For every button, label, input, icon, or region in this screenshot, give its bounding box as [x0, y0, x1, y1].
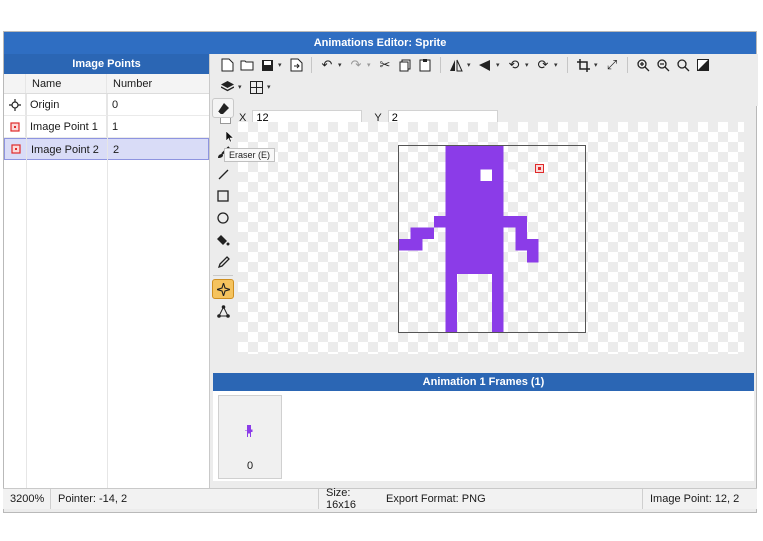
- frame-sprite-preview: [244, 425, 253, 437]
- image-point-name: Image Point 1: [26, 116, 107, 137]
- image-point-position: Image Point: 12, 2: [650, 493, 740, 505]
- eraser-tooltip: Eraser (E): [224, 148, 276, 162]
- layers-icon[interactable]: [218, 78, 236, 96]
- copy-icon[interactable]: [396, 56, 414, 74]
- image-point-number: 2: [113, 144, 120, 156]
- resize-icon[interactable]: ⤢: [603, 56, 621, 74]
- toolbar-separator: [627, 57, 628, 73]
- mirror-icon[interactable]: [476, 56, 494, 74]
- column-divider: [26, 94, 27, 489]
- image-point-number: 0: [112, 99, 119, 111]
- cut-icon[interactable]: ✂: [376, 56, 394, 74]
- frame-thumbnail[interactable]: 0: [218, 395, 282, 479]
- image-point-name: Image Point 2: [27, 139, 108, 159]
- export-format: Export Format: PNG: [379, 489, 643, 509]
- rectangle-tool-icon[interactable]: [212, 186, 234, 206]
- zoom-reset-icon[interactable]: [674, 56, 692, 74]
- export-icon[interactable]: [287, 56, 305, 74]
- rotate-left-icon[interactable]: ⟲: [505, 56, 523, 74]
- sprite-bounds[interactable]: [398, 145, 586, 333]
- crosshair-icon: [4, 94, 26, 115]
- rotate-right-dropdown-caret-icon[interactable]: ▾: [554, 61, 561, 69]
- point-marker-icon: [5, 139, 27, 159]
- zoom-in-icon[interactable]: [634, 56, 652, 74]
- image-point-name: Origin: [26, 94, 107, 115]
- tools-separator: [213, 275, 233, 276]
- open-folder-icon[interactable]: [238, 56, 256, 74]
- ellipse-tool-icon[interactable]: [212, 208, 234, 228]
- color-picker-tool-icon[interactable]: [212, 252, 234, 272]
- grid-icon[interactable]: [247, 78, 265, 96]
- flip-dropdown-caret-icon[interactable]: ▾: [467, 61, 474, 69]
- save-dropdown-caret-icon[interactable]: ▾: [278, 61, 285, 69]
- image-points-column-headers: Name Number: [4, 74, 209, 94]
- mouse-cursor-icon: [225, 130, 235, 146]
- animation-frames-panel: Animation 1 Frames (1) 0: [213, 373, 754, 481]
- toolbar-separator: [567, 57, 568, 73]
- pointer-position: Pointer: -14, 2: [51, 489, 319, 509]
- image-point-number: 1: [112, 121, 119, 133]
- toolbar-separator: [440, 57, 441, 73]
- zoom-out-icon[interactable]: [654, 56, 672, 74]
- status-bar: 3200% Pointer: -14, 2 Size: 16x16 Export…: [3, 487, 757, 511]
- undo-icon[interactable]: ↶: [318, 56, 336, 74]
- rotate-left-dropdown-caret-icon[interactable]: ▾: [525, 61, 532, 69]
- image-points-header: Image Points: [4, 54, 209, 74]
- transparency-toggle-icon[interactable]: [694, 56, 712, 74]
- editor-toolbar: ▾ ↶ ▾ ↷ ▾ ✂ ▾ ▾ ⟲ ▾ ⟳ ▾ ▾ ⤢ ▾ ▾: [214, 54, 758, 106]
- grid-dropdown-caret-icon[interactable]: ▾: [267, 83, 274, 91]
- layers-dropdown-caret-icon[interactable]: ▾: [238, 83, 245, 91]
- frame-number: 0: [246, 460, 254, 472]
- line-tool-icon[interactable]: [212, 164, 234, 184]
- crop-icon[interactable]: [574, 56, 592, 74]
- crop-dropdown-caret-icon[interactable]: ▾: [594, 61, 601, 69]
- new-file-icon[interactable]: [218, 56, 236, 74]
- origin-tool-icon[interactable]: [212, 301, 234, 321]
- name-column-header[interactable]: Name: [26, 74, 107, 93]
- undo-dropdown-caret-icon[interactable]: ▾: [338, 61, 345, 69]
- number-column-header[interactable]: Number: [107, 74, 152, 93]
- sprite-size: Size: 16x16: [326, 487, 356, 511]
- eraser-tool-icon[interactable]: [212, 98, 234, 118]
- sprite-image: [399, 146, 539, 332]
- image-points-panel: Image Points Name Number Origin 0 Image …: [4, 54, 210, 489]
- column-divider: [107, 94, 108, 489]
- image-point-tool-icon[interactable]: [212, 279, 234, 299]
- point-marker-icon: [4, 116, 26, 137]
- image-point-marker-icon[interactable]: [535, 164, 544, 173]
- redo-icon[interactable]: ↷: [347, 56, 365, 74]
- toolbar-separator: [311, 57, 312, 73]
- frames-header: Animation 1 Frames (1): [213, 373, 754, 391]
- toolbar-row-1: ▾ ↶ ▾ ↷ ▾ ✂ ▾ ▾ ⟲ ▾ ⟳ ▾ ▾ ⤢: [214, 54, 758, 76]
- save-icon[interactable]: [258, 56, 276, 74]
- fill-bucket-tool-icon[interactable]: [212, 230, 234, 250]
- rotate-right-icon[interactable]: ⟳: [534, 56, 552, 74]
- redo-dropdown-caret-icon[interactable]: ▾: [367, 61, 374, 69]
- toolbar-row-2: ▾ ▾: [214, 76, 758, 98]
- paste-icon[interactable]: [416, 56, 434, 74]
- zoom-level: 3200%: [3, 489, 51, 509]
- window-title: Animations Editor: Sprite: [4, 32, 756, 54]
- mirror-dropdown-caret-icon[interactable]: ▾: [496, 61, 503, 69]
- flip-horizontal-icon[interactable]: [447, 56, 465, 74]
- icon-column-header: [4, 74, 26, 93]
